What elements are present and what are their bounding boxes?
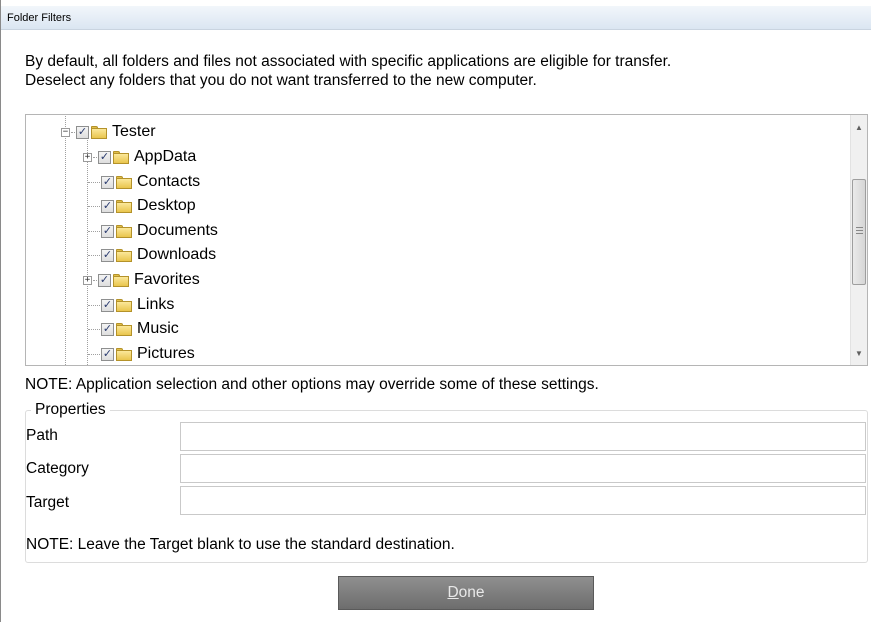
- tree-item-pictures[interactable]: ✓ Pictures: [88, 343, 195, 365]
- folder-tree[interactable]: − ✓ Tester + ✓ AppData ✓ Contacts ✓ Desk…: [25, 114, 868, 366]
- tree-item-favorites[interactable]: + ✓ Favorites: [83, 269, 200, 291]
- tree-item-label: Music: [137, 320, 179, 337]
- tree-item-appdata[interactable]: + ✓ AppData: [83, 146, 196, 168]
- collapse-icon[interactable]: −: [61, 127, 70, 137]
- properties-legend: Properties: [31, 401, 110, 419]
- tree-item-documents[interactable]: ✓ Documents: [88, 220, 218, 242]
- checkbox-desktop[interactable]: ✓: [101, 199, 114, 213]
- intro-line-2: Deselect any folders that you do not wan…: [25, 72, 537, 89]
- folder-icon: [116, 248, 133, 262]
- folder-filters-window: Folder Filters By default, all folders a…: [0, 0, 871, 622]
- scrollbar-thumb[interactable]: [852, 179, 866, 285]
- tree-item-label: Documents: [137, 222, 218, 239]
- tree-item-label: Favorites: [134, 271, 200, 288]
- checkbox-links[interactable]: ✓: [101, 298, 114, 312]
- tree-scrollbar[interactable]: ▲ ▼: [850, 115, 867, 365]
- path-input[interactable]: [180, 422, 866, 451]
- tree-item-label: Contacts: [137, 173, 201, 190]
- done-button[interactable]: Done: [338, 576, 594, 610]
- folder-icon: [113, 150, 130, 164]
- checkbox-contacts[interactable]: ✓: [101, 175, 114, 189]
- tree-item-label: AppData: [134, 148, 197, 165]
- tree-item-label: Tester: [112, 123, 156, 140]
- tree-item-contacts[interactable]: ✓ Contacts: [88, 171, 200, 193]
- override-note: NOTE: Application selection and other op…: [25, 376, 599, 393]
- tree-item-music[interactable]: ✓ Music: [88, 318, 179, 340]
- folder-icon: [91, 125, 108, 139]
- tree-item-label: Downloads: [137, 246, 217, 263]
- checkbox-documents[interactable]: ✓: [101, 224, 114, 238]
- tree-item-label: Pictures: [137, 345, 195, 362]
- tree-root-tester[interactable]: − ✓ Tester: [61, 121, 156, 143]
- checkbox-pictures[interactable]: ✓: [101, 347, 114, 361]
- folder-icon: [116, 347, 133, 361]
- target-note: NOTE: Leave the Target blank to use the …: [26, 536, 455, 553]
- folder-icon: [116, 224, 133, 238]
- folder-icon: [116, 175, 133, 189]
- tree-item-label: Links: [137, 296, 175, 313]
- checkbox-favorites[interactable]: ✓: [98, 273, 111, 287]
- intro-line-1: By default, all folders and files not as…: [25, 53, 672, 70]
- grip-icon: [856, 227, 863, 234]
- category-label: Category: [26, 460, 89, 477]
- folder-icon: [116, 298, 133, 312]
- target-label: Target: [26, 494, 70, 511]
- checkbox-music[interactable]: ✓: [101, 322, 114, 336]
- folder-icon: [116, 199, 133, 213]
- checkbox-downloads[interactable]: ✓: [101, 248, 114, 262]
- scroll-up-arrow-icon[interactable]: ▲: [851, 119, 867, 136]
- category-input[interactable]: [180, 454, 866, 483]
- folder-icon: [116, 322, 133, 336]
- scroll-down-arrow-icon[interactable]: ▼: [851, 345, 867, 362]
- tree-item-desktop[interactable]: ✓ Desktop: [88, 195, 196, 217]
- done-label: one: [458, 584, 485, 601]
- intro-text: By default, all folders and files not as…: [25, 52, 855, 90]
- tree-item-links[interactable]: ✓ Links: [88, 294, 174, 316]
- path-label: Path: [26, 427, 58, 444]
- checkbox-appdata[interactable]: ✓: [98, 150, 111, 164]
- tree-item-label: Desktop: [137, 197, 196, 214]
- checkbox-tester[interactable]: ✓: [76, 125, 89, 139]
- expand-icon[interactable]: +: [83, 152, 92, 162]
- expand-icon[interactable]: +: [83, 275, 92, 285]
- tree-item-downloads[interactable]: ✓ Downloads: [88, 244, 216, 266]
- folder-icon: [113, 273, 130, 287]
- target-input[interactable]: [180, 486, 866, 515]
- tree-guide-line: [65, 115, 66, 365]
- window-title: Folder Filters: [1, 6, 871, 30]
- done-accelerator: D: [447, 584, 459, 601]
